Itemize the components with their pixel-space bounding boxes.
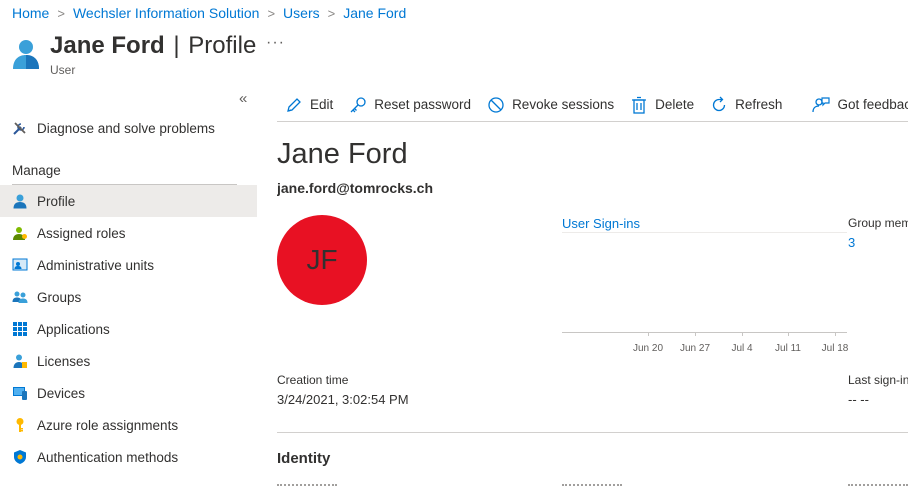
avatar-initials: JF (306, 244, 338, 275)
user-icon (12, 193, 28, 209)
sidebar-item-administrative-units[interactable]: Administrative units (0, 249, 257, 281)
delete-label: Delete (655, 97, 695, 112)
sidebar-item-label: Licenses (37, 353, 91, 369)
group-memberships-count[interactable]: 3 (848, 235, 855, 250)
user-role-icon (12, 225, 28, 241)
admin-units-icon (12, 257, 28, 273)
command-bar: Edit Reset password Revoke sessions Dele… (277, 88, 908, 122)
sidebar-item-applications[interactable]: Applications (0, 313, 257, 345)
sidebar-item-azure-role-assignments[interactable]: Azure role assignments (0, 409, 257, 441)
breadcrumb-tenant[interactable]: Wechsler Information Solution (73, 5, 260, 21)
sidebar-item-licenses[interactable]: Licenses (0, 345, 257, 377)
trash-icon (630, 96, 648, 114)
refresh-label: Refresh (735, 97, 783, 112)
user-signins-link[interactable]: User Sign-ins (562, 216, 640, 231)
chart-tick (835, 332, 836, 336)
sidebar-item-diagnose[interactable]: Diagnose and solve problems (0, 112, 257, 144)
chart-tick-label: Jun 27 (679, 343, 711, 354)
section-divider (277, 432, 908, 433)
sidebar: Diagnose and solve problems Manage Profi… (0, 112, 257, 473)
edit-button[interactable]: Edit (285, 96, 333, 114)
breadcrumb-users[interactable]: Users (283, 5, 320, 21)
chart-tick-label: Jul 18 (821, 343, 849, 354)
cutoff-field-label (277, 484, 337, 489)
sidebar-item-label: Devices (37, 385, 86, 401)
user-email: jane.ford@tomrocks.ch (277, 180, 434, 196)
chevron-right-icon: > (57, 5, 65, 21)
block-icon (487, 96, 505, 114)
chevron-right-icon: > (327, 5, 336, 21)
collapse-sidebar-button[interactable]: « (239, 90, 247, 107)
pencil-icon (285, 96, 303, 114)
chart-tick-label: Jun 20 (632, 343, 664, 354)
page-subtitle: User (50, 63, 76, 77)
user-display-name: Jane Ford (277, 138, 408, 170)
refresh-button[interactable]: Refresh (710, 96, 782, 114)
feedback-button[interactable]: Got feedback? (812, 96, 908, 114)
creation-time-label: Creation time (277, 373, 349, 387)
sidebar-item-label: Diagnose and solve problems (37, 120, 215, 136)
cutoff-field-label (562, 484, 622, 489)
page-title-section: Profile (188, 32, 257, 59)
creation-time-value: 3/24/2021, 3:02:54 PM (277, 392, 409, 407)
avatar: JF (277, 215, 367, 305)
identity-heading: Identity (277, 450, 331, 467)
chart-tick (695, 332, 696, 336)
sidebar-section-manage: Manage (12, 163, 61, 178)
sidebar-item-label: Profile (37, 193, 76, 209)
refresh-icon (710, 96, 728, 114)
signins-chart-axis (562, 332, 847, 333)
chart-tick-label: Jul 11 (775, 343, 801, 354)
breadcrumb: Home > Wechsler Information Solution > U… (12, 5, 406, 21)
license-icon (12, 353, 28, 369)
page-title: Jane Ford | Profile (50, 32, 256, 60)
sidebar-item-label: Applications (37, 321, 110, 337)
feedback-icon (812, 96, 831, 114)
chart-tick (648, 332, 649, 336)
sidebar-item-devices[interactable]: Devices (0, 377, 257, 409)
more-options-button[interactable]: ··· (266, 34, 285, 52)
sidebar-item-label: Groups (37, 289, 82, 305)
sidebar-item-label: Authentication methods (37, 449, 179, 465)
sidebar-item-label: Administrative units (37, 257, 155, 273)
last-signin-value: -- -- (848, 392, 869, 407)
breadcrumb-user[interactable]: Jane Ford (343, 5, 406, 21)
key-icon (349, 96, 367, 114)
feedback-label: Got feedback? (837, 97, 908, 112)
delete-button[interactable]: Delete (630, 96, 694, 114)
signins-chart-gridline (562, 232, 847, 233)
group-memberships-label: Group mem (848, 216, 908, 230)
revoke-sessions-label: Revoke sessions (512, 97, 615, 112)
chevron-right-icon: > (267, 5, 276, 21)
sidebar-item-profile[interactable]: Profile (0, 185, 257, 217)
reset-password-button[interactable]: Reset password (349, 96, 471, 114)
key-icon (12, 417, 28, 433)
edit-button-label: Edit (310, 97, 334, 112)
sidebar-item-label: Assigned roles (37, 225, 126, 241)
chart-tick (742, 332, 743, 336)
sidebar-item-assigned-roles[interactable]: Assigned roles (0, 217, 257, 249)
page-title-name: Jane Ford (50, 32, 165, 59)
shield-icon (12, 449, 28, 465)
sidebar-item-authentication-methods[interactable]: Authentication methods (0, 441, 257, 473)
sidebar-item-label: Azure role assignments (37, 417, 179, 433)
user-icon (13, 40, 39, 69)
cutoff-field-label (848, 484, 908, 489)
wrench-screwdriver-icon (12, 120, 28, 136)
page-title-separator: | (173, 32, 180, 59)
apps-grid-icon (12, 321, 28, 337)
groups-icon (12, 289, 28, 305)
revoke-sessions-button[interactable]: Revoke sessions (487, 96, 614, 114)
sidebar-item-groups[interactable]: Groups (0, 281, 257, 313)
devices-icon (12, 385, 28, 401)
chart-tick-label: Jul 4 (731, 343, 753, 354)
reset-password-label: Reset password (374, 97, 472, 112)
breadcrumb-home[interactable]: Home (12, 5, 49, 21)
chart-tick (788, 332, 789, 336)
profile-overview: Jane Ford jane.ford@tomrocks.ch JF User … (277, 122, 908, 489)
last-signin-label: Last sign-in (848, 373, 908, 387)
